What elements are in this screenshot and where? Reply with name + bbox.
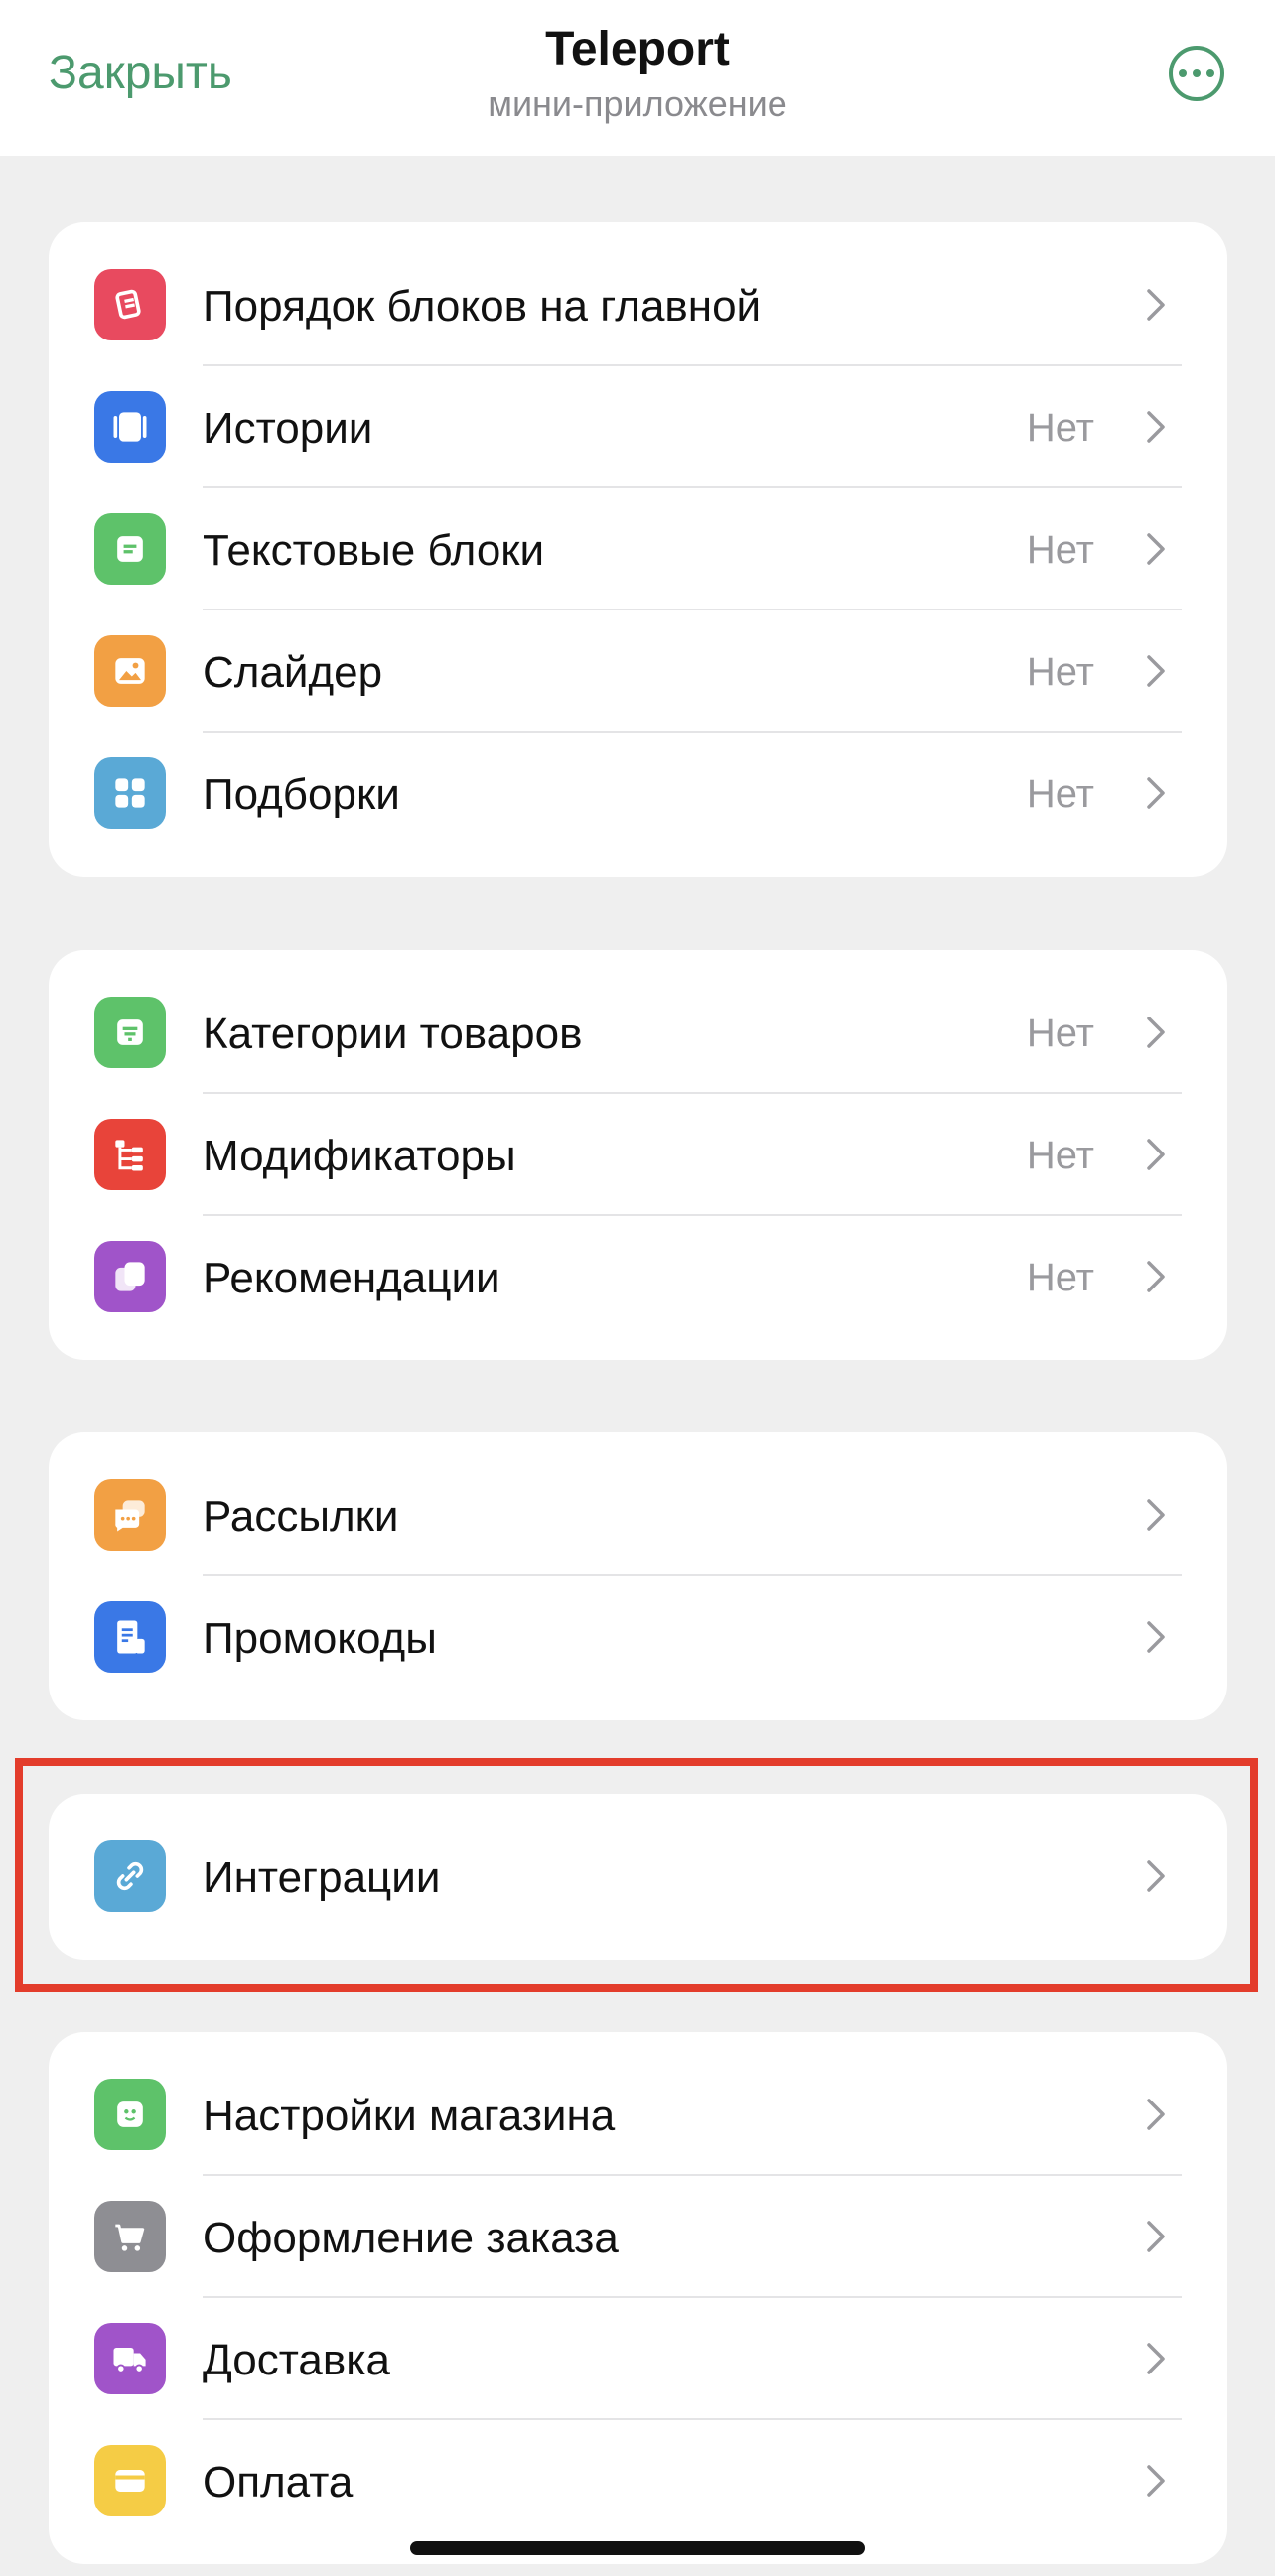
chevron-right-icon	[1144, 775, 1168, 811]
settings-row-mailing-chat[interactable]: Рассылки	[49, 1454, 1227, 1576]
text-block-icon	[94, 513, 166, 585]
stories-icon	[94, 391, 166, 463]
chevron-right-icon	[1144, 287, 1168, 323]
row-label: Доставка	[203, 2336, 390, 2384]
row-label: Категории товаров	[203, 1010, 583, 1058]
settings-group: Настройки магазина Оформление заказа Доста…	[49, 2032, 1227, 2564]
row-label: Подборки	[203, 770, 400, 819]
collections-grid-icon	[94, 757, 166, 829]
row-value: Нет	[1026, 1012, 1094, 1055]
chevron-right-icon	[1144, 1137, 1168, 1172]
more-horizontal-icon	[1179, 69, 1187, 77]
settings-row-modifiers-tree[interactable]: Модификаторы Нет	[49, 1094, 1227, 1216]
settings-row-payment-card[interactable]: Оплата	[49, 2420, 1227, 2542]
row-label: Настройки магазина	[203, 2092, 616, 2140]
row-label: Порядок блоков на главной	[203, 282, 762, 331]
row-label: Модификаторы	[203, 1132, 516, 1180]
chevron-right-icon	[1144, 1259, 1168, 1294]
highlight-box	[15, 1758, 1258, 1992]
chevron-right-icon	[1144, 2219, 1168, 2254]
settings-row-delivery-truck[interactable]: Доставка	[49, 2298, 1227, 2420]
home-indicator	[410, 2541, 865, 2555]
header-bar: Закрыть Teleport мини-приложение	[0, 0, 1275, 156]
chevron-right-icon	[1144, 1015, 1168, 1050]
settings-row-image-slider[interactable]: Слайдер Нет	[49, 610, 1227, 733]
settings-row-recommendations[interactable]: Рекомендации Нет	[49, 1216, 1227, 1338]
settings-group: Порядок блоков на главной Истории Нет Текст…	[49, 222, 1227, 877]
row-value: Нет	[1026, 1256, 1094, 1299]
settings-row-cart[interactable]: Оформление заказа	[49, 2176, 1227, 2298]
settings-row-blocks-order[interactable]: Порядок блоков на главной	[49, 244, 1227, 366]
chevron-right-icon	[1144, 653, 1168, 689]
categories-icon	[94, 997, 166, 1068]
chevron-right-icon	[1144, 1619, 1168, 1655]
store-settings-icon	[94, 2079, 166, 2150]
row-label: Рассылки	[203, 1492, 399, 1541]
chevron-right-icon	[1144, 531, 1168, 567]
image-slider-icon	[94, 635, 166, 707]
recommendations-icon	[94, 1241, 166, 1312]
chevron-right-icon	[1144, 2097, 1168, 2132]
payment-card-icon	[94, 2445, 166, 2516]
chevron-right-icon	[1144, 1497, 1168, 1533]
blocks-order-icon	[94, 269, 166, 340]
row-label: Слайдер	[203, 648, 383, 697]
row-value: Нет	[1026, 406, 1094, 450]
modifiers-tree-icon	[94, 1119, 166, 1190]
mailing-chat-icon	[94, 1479, 166, 1551]
row-label: Истории	[203, 404, 373, 453]
row-label: Оплата	[203, 2458, 354, 2507]
settings-row-text-block[interactable]: Текстовые блоки Нет	[49, 488, 1227, 610]
promocode-receipt-icon	[94, 1601, 166, 1673]
settings-row-collections-grid[interactable]: Подборки Нет	[49, 733, 1227, 855]
settings-row-store-settings[interactable]: Настройки магазина	[49, 2054, 1227, 2176]
row-value: Нет	[1026, 1134, 1094, 1177]
settings-row-stories[interactable]: Истории Нет	[49, 366, 1227, 488]
row-label: Оформление заказа	[203, 2214, 619, 2262]
settings-group: Рассылки Промокоды	[49, 1432, 1227, 1720]
settings-group: Категории товаров Нет Модификаторы Нет Реком…	[49, 950, 1227, 1360]
app-title: Teleport	[545, 23, 730, 75]
delivery-truck-icon	[94, 2323, 166, 2394]
row-value: Нет	[1026, 650, 1094, 694]
row-value: Нет	[1026, 772, 1094, 816]
chevron-right-icon	[1144, 2463, 1168, 2499]
row-label: Рекомендации	[203, 1254, 500, 1302]
row-label: Промокоды	[203, 1614, 437, 1663]
settings-row-categories[interactable]: Категории товаров Нет	[49, 972, 1227, 1094]
cart-icon	[94, 2201, 166, 2272]
chevron-right-icon	[1144, 2341, 1168, 2376]
row-label: Текстовые блоки	[203, 526, 545, 575]
app-subtitle: мини-приложение	[488, 83, 787, 124]
chevron-right-icon	[1144, 409, 1168, 445]
settings-row-promocode-receipt[interactable]: Промокоды	[49, 1576, 1227, 1698]
row-value: Нет	[1026, 528, 1094, 572]
more-options-button[interactable]	[1169, 46, 1224, 101]
